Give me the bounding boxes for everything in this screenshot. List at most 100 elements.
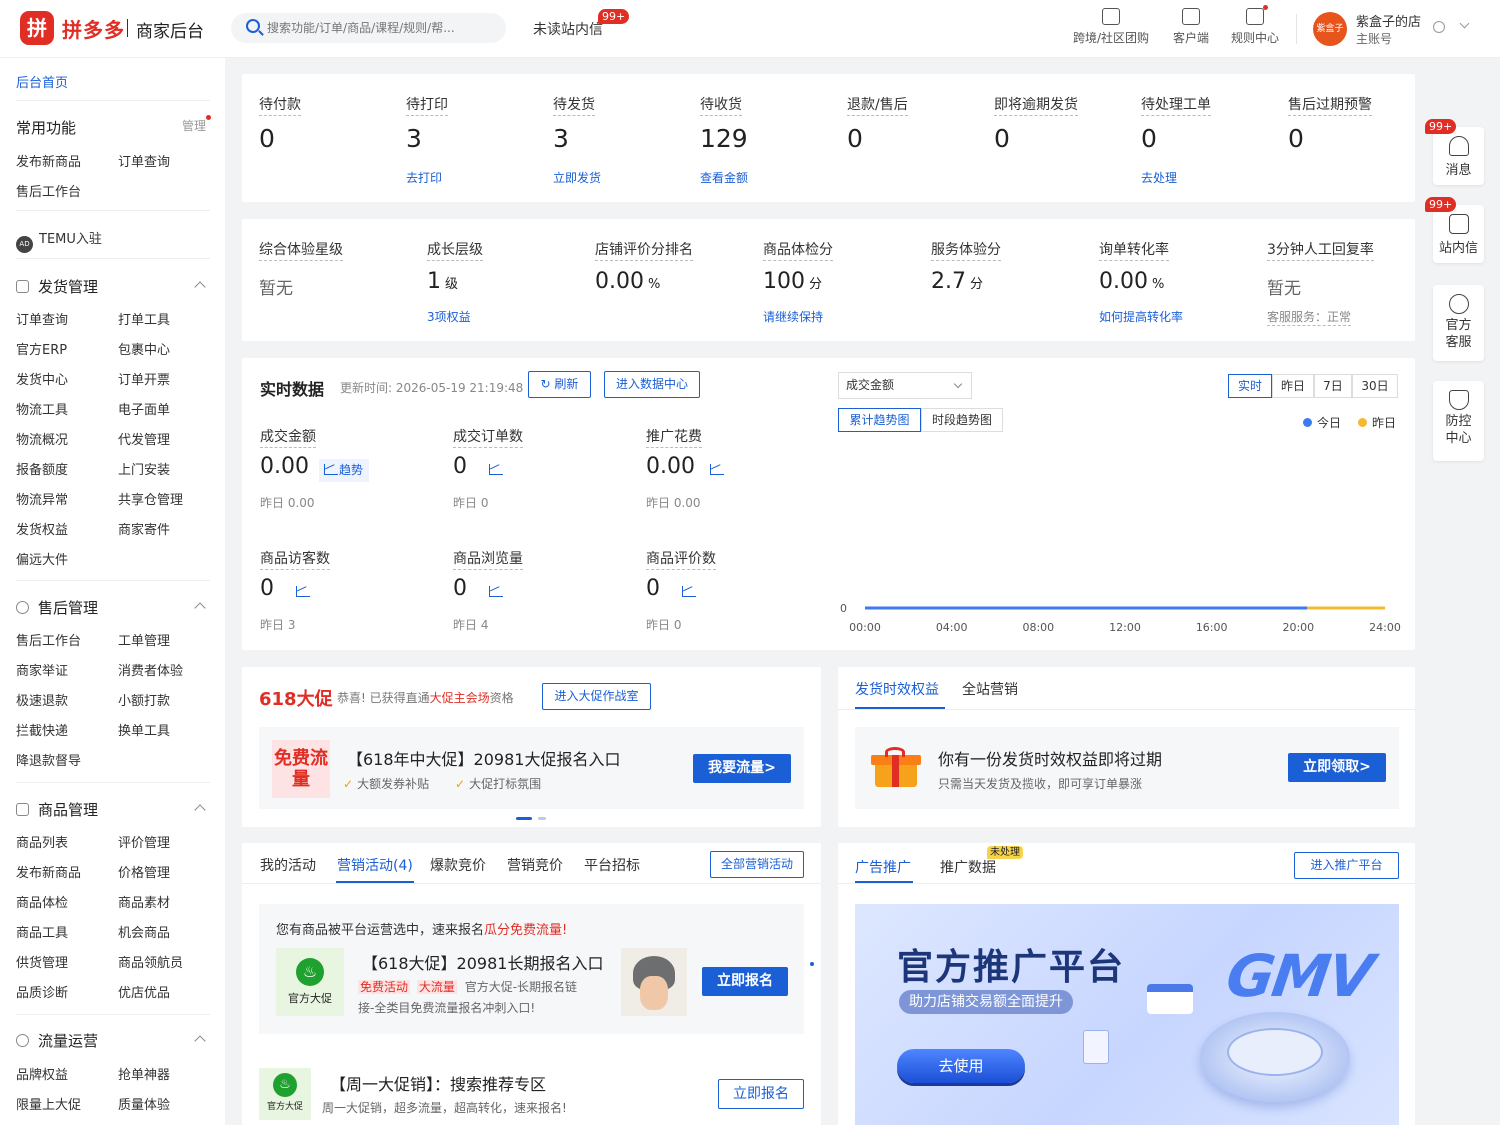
brand-name[interactable]: 拼多多 [62,14,125,43]
settings-icon[interactable] [1433,21,1445,33]
sidebar-item[interactable]: 商品体检 [16,892,68,911]
activity-title[interactable]: 【618大促】20981长期报名入口 [362,950,603,974]
trend-icon[interactable] [682,586,696,597]
sidebar-item[interactable]: 发货权益 [16,519,68,538]
sidebar-item[interactable]: 价格管理 [118,862,170,881]
sidebar-item[interactable]: 商家寄件 [118,519,170,538]
claim-benefit-button[interactable]: 立即领取> [1288,753,1386,782]
sidebar-item[interactable]: 品质诊断 [16,982,68,1001]
carousel-dot[interactable] [538,817,546,820]
tab-activity[interactable]: 营销活动(4) [337,855,413,875]
enter-ad-platform-button[interactable]: 进入推广平台 [1294,852,1399,879]
sidebar-item[interactable]: 打单工具 [118,309,170,328]
tab-site-marketing[interactable]: 全站营销 [962,679,1018,699]
sidebar-item[interactable]: 极速退款 [16,690,68,709]
sidebar-item[interactable]: 报备额度 [16,459,68,478]
range-7d[interactable]: 7日 [1314,374,1352,398]
pending-count[interactable]: 0 [1288,124,1304,153]
pending-count[interactable]: 0 [994,124,1010,153]
trend-icon[interactable] [489,464,503,475]
sidebar-item[interactable]: 消费者体验 [118,660,183,679]
logo-icon[interactable]: 拼 [20,11,54,45]
sidebar-item[interactable]: 物流概况 [16,429,68,448]
tab-ad-promotion[interactable]: 广告推广 [855,857,911,877]
chevron-up-icon[interactable] [194,1035,206,1047]
sidebar-item[interactable]: 限量上大促 [16,1094,81,1113]
client-link[interactable]: 客户端 [1168,8,1214,46]
carousel-dot-active[interactable] [516,817,532,820]
product-thumbnail[interactable] [621,948,687,1016]
sidebar-item[interactable]: 评价管理 [118,832,170,851]
banner-use-button[interactable]: 去使用 [897,1049,1025,1083]
sidebar-item[interactable]: 质量体验 [118,1094,170,1113]
goods-section-title[interactable]: 商品管理 [16,799,98,820]
rules-center-link[interactable]: 规则中心 [1226,8,1284,46]
float-site-messages[interactable]: 站内信 [1433,205,1484,263]
ad-platform-banner[interactable]: 官方推广平台 助力店铺交易额全面提升 去使用 GMV [855,904,1399,1125]
sidebar-item[interactable]: 供货管理 [16,952,68,971]
avatar[interactable]: 紫盒子 [1313,12,1347,46]
pending-count[interactable]: 0 [847,124,863,153]
benefit-banner[interactable]: 你有一份发货时效权益即将过期 只需当天发货及揽收，即可享订单暴涨 立即领取> [855,727,1399,809]
search-input[interactable] [267,13,497,43]
legend-yesterday[interactable]: 昨日 [1372,414,1396,431]
sidebar-item[interactable]: 商品列表 [16,832,68,851]
global-search[interactable] [231,13,506,43]
sidebar-item[interactable]: 小额打款 [118,690,170,709]
tab-activity[interactable]: 平台招标 [584,855,640,875]
metric-select[interactable]: 成交金额 [838,372,972,399]
tab-activity[interactable]: 爆款竞价 [430,855,486,875]
trend-icon[interactable] [489,586,503,597]
tab-ad-data[interactable]: 推广数据 [940,857,996,877]
pending-action-link[interactable]: 去打印 [406,169,442,186]
unread-messages-link[interactable]: 未读站内信 [533,19,603,39]
pending-count[interactable]: 129 [700,124,748,153]
sidebar-item[interactable]: 商品工具 [16,922,68,941]
sidebar-item[interactable]: 售后工作台 [16,630,81,649]
refresh-button[interactable]: ↻ 刷新 [528,371,591,398]
sidebar-item[interactable]: 工单管理 [118,630,170,649]
trend-button[interactable]: 趋势 [319,459,370,482]
sidebar-item[interactable]: 包裹中心 [118,339,170,358]
sidebar-item[interactable]: 订单开票 [118,369,170,388]
manage-link[interactable]: 管理 [182,117,206,134]
pending-count[interactable]: 3 [406,124,422,153]
get-traffic-button[interactable]: 我要流量> [693,754,791,783]
float-customer-service[interactable]: 官方客服 [1433,285,1484,361]
trend-icon[interactable] [296,586,310,597]
shipping-section-title[interactable]: 发货管理 [16,276,98,297]
sidebar-item[interactable]: 发布新商品 [16,862,81,881]
sidebar-item[interactable]: 售后工作台 [16,181,81,200]
data-center-button[interactable]: 进入数据中心 [604,371,700,398]
tab-hourly-trend[interactable]: 时段趋势图 [921,408,1003,432]
pending-count[interactable]: 0 [1141,124,1157,153]
metric-link[interactable]: 如何提高转化率 [1099,308,1183,325]
sidebar-item[interactable]: 拦截快递 [16,720,68,739]
sidebar-item[interactable]: 偏远大件 [16,549,68,568]
pending-action-link[interactable]: 立即发货 [553,169,601,186]
aftersale-section-title[interactable]: 售后管理 [16,597,98,618]
promo-banner[interactable]: 免费流量 【618年中大促】20981大促报名入口 ✓ 大额发券补贴 ✓ 大促打标氛… [259,727,804,809]
float-messages[interactable]: 消息 [1433,127,1484,185]
sidebar-item[interactable]: 上门安装 [118,459,170,478]
sidebar-item[interactable]: 商家举证 [16,660,68,679]
metric-link[interactable]: 3项权益 [427,308,471,325]
sidebar-item[interactable]: 物流工具 [16,399,68,418]
sidebar-item[interactable]: 共享仓管理 [118,489,183,508]
float-risk-center[interactable]: 防控中心 [1433,381,1484,461]
activity-title-2[interactable]: 【周一大促销】：搜索推荐专区 [330,1071,546,1095]
pending-action-link[interactable]: 查看金额 [700,169,748,186]
signup-button-2[interactable]: 立即报名 [718,1079,804,1109]
pending-count[interactable]: 0 [259,124,275,153]
store-name[interactable]: 紫盒子的店 [1356,11,1421,30]
legend-today[interactable]: 今日 [1317,414,1341,431]
sidebar-item[interactable]: 抢单神器 [118,1064,170,1083]
tab-activity[interactable]: 我的活动 [260,855,316,875]
tab-shipping-benefit[interactable]: 发货时效权益 [855,679,939,699]
sidebar-item[interactable]: 发货中心 [16,369,68,388]
sidebar-item[interactable]: 换单工具 [118,720,170,739]
traffic-section-title[interactable]: 流量运营 [16,1030,98,1051]
sidebar-item[interactable]: 订单查询 [16,309,68,328]
all-activities-button[interactable]: 全部营销活动 [710,851,804,878]
sidebar-item[interactable]: 代发管理 [118,429,170,448]
